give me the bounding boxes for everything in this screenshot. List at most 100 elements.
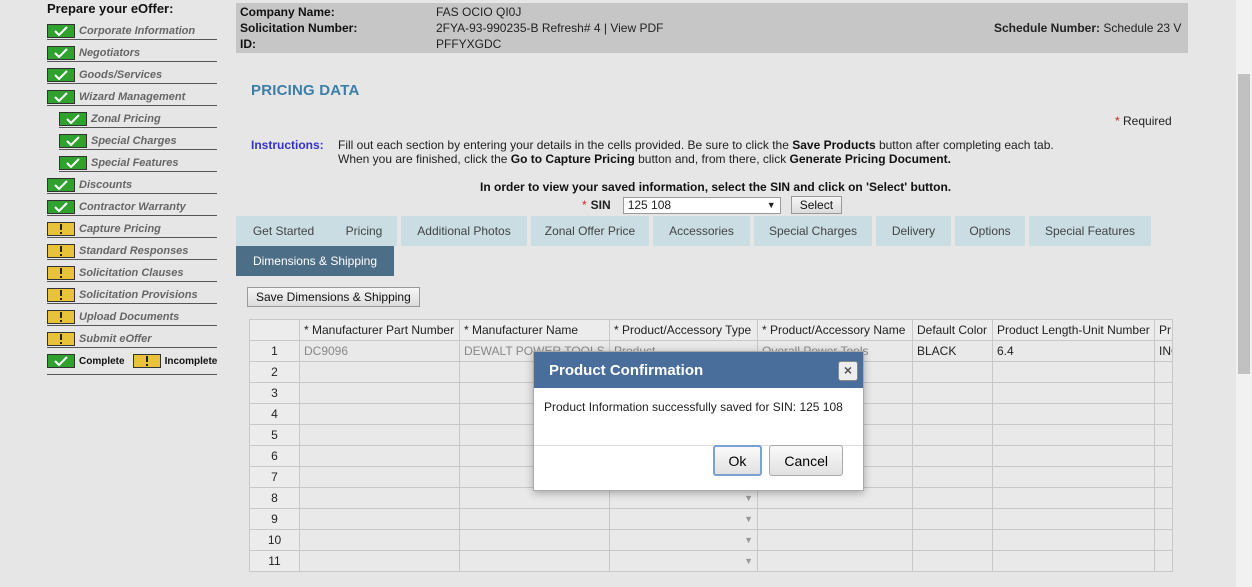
sidebar-item[interactable]: Corporate Information — [47, 18, 217, 40]
sidebar-item[interactable]: Contractor Warranty — [47, 194, 217, 216]
check-icon — [59, 155, 87, 170]
grid-cell[interactable] — [912, 403, 993, 425]
grid-cell[interactable] — [299, 382, 460, 404]
tab-item[interactable]: Pricing — [331, 216, 397, 246]
grid-cell[interactable] — [992, 403, 1155, 425]
sidebar-item[interactable]: Special Charges — [59, 128, 217, 150]
grid-cell[interactable] — [992, 424, 1155, 446]
grid-cell[interactable] — [1154, 550, 1173, 572]
column-header[interactable]: Product Length-Unit Number — [992, 319, 1155, 341]
tab-item[interactable]: Zonal Offer Price — [531, 216, 649, 246]
grid-cell[interactable] — [299, 424, 460, 446]
column-header[interactable]: Pr — [1154, 319, 1173, 341]
grid-cell[interactable] — [992, 382, 1155, 404]
grid-cell[interactable] — [992, 487, 1155, 509]
grid-cell[interactable] — [912, 487, 993, 509]
grid-cell[interactable]: DC9096 — [299, 340, 460, 362]
page-scrollbar[interactable] — [1236, 0, 1252, 587]
column-header[interactable]: * Product/Accessory Name — [757, 319, 913, 341]
grid-cell[interactable] — [299, 487, 460, 509]
grid-cell[interactable] — [299, 529, 460, 551]
tab-item[interactable]: Options — [955, 216, 1025, 246]
column-header[interactable]: * Product/Accessory Type — [609, 319, 758, 341]
sidebar-item[interactable]: Special Features — [59, 150, 217, 172]
grid-cell[interactable]: 6.4 — [992, 340, 1155, 362]
column-header[interactable] — [249, 319, 300, 341]
ok-button[interactable]: Ok — [712, 445, 763, 476]
grid-cell[interactable] — [459, 550, 610, 572]
dialog-message: Product Information successfully saved f… — [534, 388, 863, 446]
grid-cell[interactable] — [1154, 403, 1173, 425]
sidebar-title: Prepare your eOffer: — [47, 1, 174, 16]
grid-cell[interactable] — [299, 550, 460, 572]
tab-item[interactable]: Get Started — [236, 216, 331, 246]
grid-cell[interactable] — [912, 382, 993, 404]
grid-cell[interactable] — [299, 445, 460, 467]
grid-cell[interactable] — [757, 529, 913, 551]
sidebar-item[interactable]: Solicitation Provisions — [47, 282, 217, 304]
grid-cell[interactable] — [757, 508, 913, 530]
grid-cell[interactable] — [299, 466, 460, 488]
grid-cell[interactable] — [992, 529, 1155, 551]
sidebar-item[interactable]: Standard Responses — [47, 238, 217, 260]
sidebar-item[interactable]: Wizard Management — [47, 84, 217, 106]
tab-item[interactable]: Dimensions & Shipping — [236, 246, 394, 276]
sidebar-item[interactable]: Zonal Pricing — [59, 106, 217, 128]
sidebar-item[interactable]: Negotiators — [47, 40, 217, 62]
column-header[interactable]: * Manufacturer Part Number — [299, 319, 460, 341]
sidebar-item[interactable]: Goods/Services — [47, 62, 217, 84]
grid-cell[interactable] — [1154, 424, 1173, 446]
grid-cell[interactable] — [299, 403, 460, 425]
sin-select[interactable]: 125 108 ▼ — [622, 196, 781, 214]
select-button[interactable]: Select — [790, 196, 843, 214]
cancel-button[interactable]: Cancel — [769, 445, 843, 476]
close-icon[interactable]: × — [838, 361, 858, 381]
grid-cell[interactable] — [459, 508, 610, 530]
sidebar-item[interactable]: Submit eOffer — [47, 326, 217, 348]
grid-cell[interactable] — [1154, 361, 1173, 383]
dropdown-arrow-icon[interactable]: ▼ — [609, 529, 758, 551]
dropdown-arrow-icon[interactable]: ▼ — [609, 550, 758, 572]
sidebar-item-label: Negotiators — [79, 46, 141, 59]
sidebar-item[interactable]: Solicitation Clauses — [47, 260, 217, 282]
tab-item[interactable]: Delivery — [876, 216, 951, 246]
grid-cell[interactable] — [912, 445, 993, 467]
grid-cell[interactable] — [299, 361, 460, 383]
dropdown-arrow-icon[interactable]: ▼ — [609, 508, 758, 530]
column-header[interactable]: * Manufacturer Name — [459, 319, 610, 341]
grid-cell[interactable] — [299, 508, 460, 530]
grid-cell[interactable] — [912, 529, 993, 551]
warning-icon — [47, 287, 75, 302]
column-header[interactable]: Default Color — [912, 319, 993, 341]
grid-cell[interactable]: INC — [1154, 340, 1173, 362]
grid-cell[interactable] — [912, 550, 993, 572]
grid-cell[interactable] — [1154, 487, 1173, 509]
grid-cell[interactable] — [992, 508, 1155, 530]
grid-cell[interactable] — [1154, 382, 1173, 404]
grid-cell[interactable] — [912, 424, 993, 446]
grid-cell[interactable] — [992, 361, 1155, 383]
grid-cell[interactable] — [992, 445, 1155, 467]
grid-cell[interactable] — [1154, 529, 1173, 551]
scrollbar-thumb[interactable] — [1238, 74, 1250, 374]
grid-cell[interactable] — [1154, 445, 1173, 467]
grid-cell[interactable] — [992, 466, 1155, 488]
sidebar-item[interactable]: Capture Pricing — [47, 216, 217, 238]
grid-cell[interactable] — [912, 466, 993, 488]
grid-cell[interactable] — [757, 550, 913, 572]
grid-cell[interactable] — [1154, 466, 1173, 488]
view-pdf-link[interactable]: View PDF — [610, 21, 663, 35]
tab-item[interactable]: Accessories — [653, 216, 750, 246]
grid-cell[interactable] — [992, 550, 1155, 572]
grid-cell[interactable] — [912, 508, 993, 530]
tab-item[interactable]: Special Charges — [754, 216, 872, 246]
sidebar-item[interactable]: Upload Documents — [47, 304, 217, 326]
grid-cell[interactable]: BLACK — [912, 340, 993, 362]
tab-item[interactable]: Special Features — [1029, 216, 1151, 246]
grid-cell[interactable] — [912, 361, 993, 383]
grid-cell[interactable] — [1154, 508, 1173, 530]
grid-cell[interactable] — [459, 529, 610, 551]
tab-item[interactable]: Additional Photos — [401, 216, 527, 246]
save-dimensions-button[interactable]: Save Dimensions & Shipping — [247, 287, 420, 307]
sidebar-item[interactable]: Discounts — [47, 172, 217, 194]
